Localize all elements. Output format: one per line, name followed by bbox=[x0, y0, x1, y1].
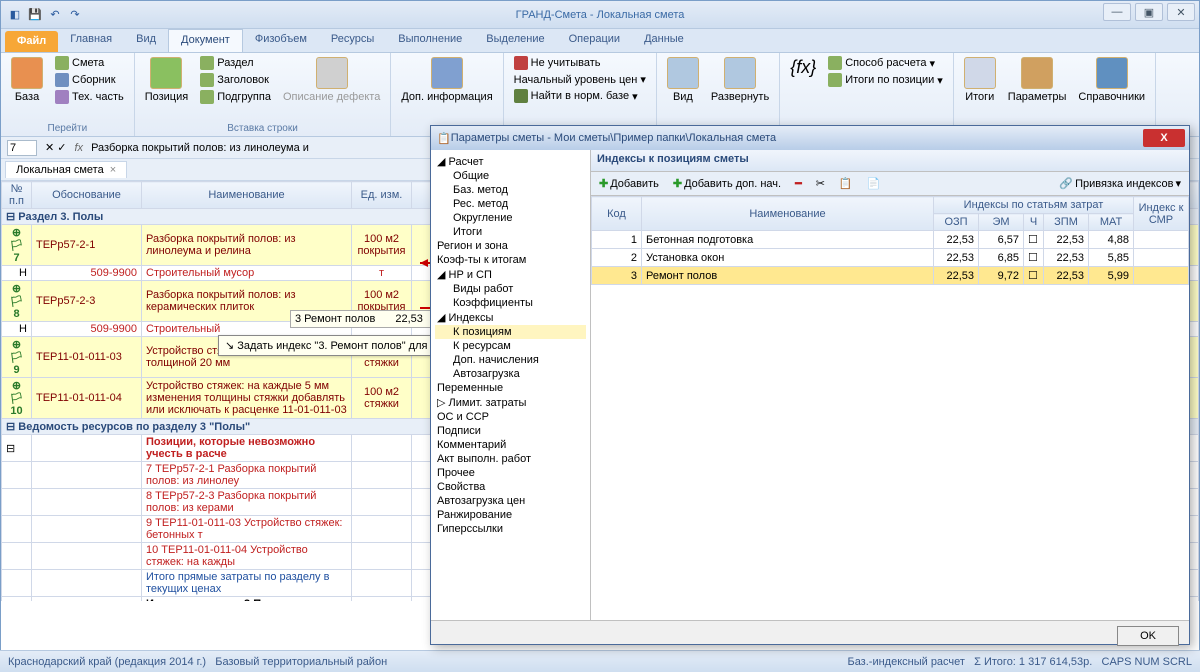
qat-icon[interactable]: ◧ bbox=[7, 7, 23, 23]
grid-row-selected: 3Ремонт полов22,539,72☐22,535,99 bbox=[592, 267, 1189, 285]
tab-view[interactable]: Вид bbox=[124, 29, 168, 52]
nach-uroven-button[interactable]: Начальный уровень цен ▾ bbox=[510, 72, 650, 87]
tab-resources[interactable]: Ресурсы bbox=[319, 29, 386, 52]
dialog-toolbar: ✚Добавить ✚Добавить доп. нач. ━ ✂ 📋 📄 🔗 … bbox=[591, 172, 1189, 196]
redo-icon[interactable]: ↷ bbox=[67, 7, 83, 23]
parametry-button[interactable]: Параметры bbox=[1004, 55, 1071, 105]
fx-button[interactable]: {fx} bbox=[786, 55, 820, 80]
razdel-button[interactable]: Раздел bbox=[196, 55, 275, 71]
sprav-button[interactable]: Справочники bbox=[1074, 55, 1149, 105]
tab-execution[interactable]: Выполнение bbox=[386, 29, 474, 52]
dialog-grid[interactable]: КодНаименованиеИндексы по статьям затрат… bbox=[591, 196, 1189, 620]
undo-icon[interactable]: ↶ bbox=[47, 7, 63, 23]
tab-phys[interactable]: Физобъем bbox=[243, 29, 319, 52]
sbornik-button[interactable]: Сборник bbox=[51, 72, 128, 88]
razvernut-button[interactable]: Развернуть bbox=[707, 55, 773, 105]
dopinfo-button[interactable]: Доп. информация bbox=[397, 55, 496, 105]
podgruppa-button[interactable]: Подгруппа bbox=[196, 89, 275, 105]
close-button[interactable]: ✕ bbox=[1167, 3, 1195, 21]
sposob-button[interactable]: Способ расчета ▾ bbox=[824, 55, 947, 71]
doctab-item[interactable]: Локальная смета× bbox=[5, 161, 127, 178]
ribbon-tabs: Файл Главная Вид Документ Физобъем Ресур… bbox=[1, 29, 1199, 53]
statusbar: Краснодарский край (редакция 2014 г.) Ба… bbox=[0, 650, 1200, 672]
paste-icon[interactable]: 📄 bbox=[863, 176, 885, 191]
cell-ref-input[interactable] bbox=[7, 140, 37, 156]
defect-button[interactable]: Описание дефекта bbox=[279, 55, 384, 105]
tab-document[interactable]: Документ bbox=[168, 29, 243, 52]
doctab-close-icon[interactable]: × bbox=[110, 164, 116, 176]
fx-icon: fx bbox=[75, 142, 84, 154]
remove-button[interactable]: ━ bbox=[791, 176, 806, 191]
zagolovok-button[interactable]: Заголовок bbox=[196, 72, 275, 88]
tab-main[interactable]: Главная bbox=[58, 29, 124, 52]
cut-icon[interactable]: ✂ bbox=[812, 176, 829, 191]
ok-button[interactable]: OK bbox=[1117, 626, 1179, 646]
save-icon[interactable]: 💾 bbox=[27, 7, 43, 23]
add-dop-button[interactable]: ✚Добавить доп. нач. bbox=[669, 176, 785, 191]
copy-icon[interactable]: 📋 bbox=[835, 176, 857, 191]
base-button[interactable]: База bbox=[7, 55, 47, 105]
tab-file[interactable]: Файл bbox=[5, 31, 58, 52]
grid-row: 1Бетонная подготовка22,536,57☐22,534,88 bbox=[592, 231, 1189, 249]
formula-text[interactable]: Разборка покрытий полов: из линолеума и bbox=[91, 142, 309, 154]
tab-selection[interactable]: Выделение bbox=[474, 29, 556, 52]
tech-button[interactable]: Тех. часть bbox=[51, 89, 128, 105]
tree-node-kpoz: К позициям bbox=[435, 325, 586, 339]
dialog-tree[interactable]: ◢ Расчет Общие Баз. метод Рес. метод Окр… bbox=[431, 150, 591, 620]
smeta-button[interactable]: Смета bbox=[51, 55, 128, 71]
parameters-dialog: 📋 Параметры сметы - Мои сметы\Пример пап… bbox=[430, 125, 1190, 645]
titlebar: ◧ 💾 ↶ ↷ ГРАНД-Смета - Локальная смета — … bbox=[1, 1, 1199, 29]
dialog-header: Индексы к позициям сметы bbox=[591, 150, 1189, 172]
ne-uchit-button[interactable]: Не учитывать bbox=[510, 55, 650, 71]
grid-row: 2Установка окон22,536,85☐22,535,85 bbox=[592, 249, 1189, 267]
privyazka-button[interactable]: 🔗 Привязка индексов ▾ bbox=[1055, 176, 1185, 191]
tab-data[interactable]: Данные bbox=[632, 29, 696, 52]
dialog-titlebar[interactable]: 📋 Параметры сметы - Мои сметы\Пример пап… bbox=[431, 126, 1189, 150]
minimize-button[interactable]: — bbox=[1103, 3, 1131, 21]
dialog-close-button[interactable]: X bbox=[1143, 129, 1185, 147]
find-norm-button[interactable]: Найти в норм. базе ▾ bbox=[510, 88, 650, 104]
tab-operations[interactable]: Операции bbox=[557, 29, 632, 52]
itogi-poz-button[interactable]: Итоги по позиции ▾ bbox=[824, 72, 947, 88]
add-button[interactable]: ✚Добавить bbox=[595, 176, 663, 191]
maximize-button[interactable]: ▣ bbox=[1135, 3, 1163, 21]
position-button[interactable]: Позиция bbox=[141, 55, 193, 105]
vid-button[interactable]: Вид bbox=[663, 55, 703, 105]
itogi-button[interactable]: Итоги bbox=[960, 55, 1000, 105]
app-title: ГРАНД-Смета - Локальная смета bbox=[516, 9, 685, 21]
